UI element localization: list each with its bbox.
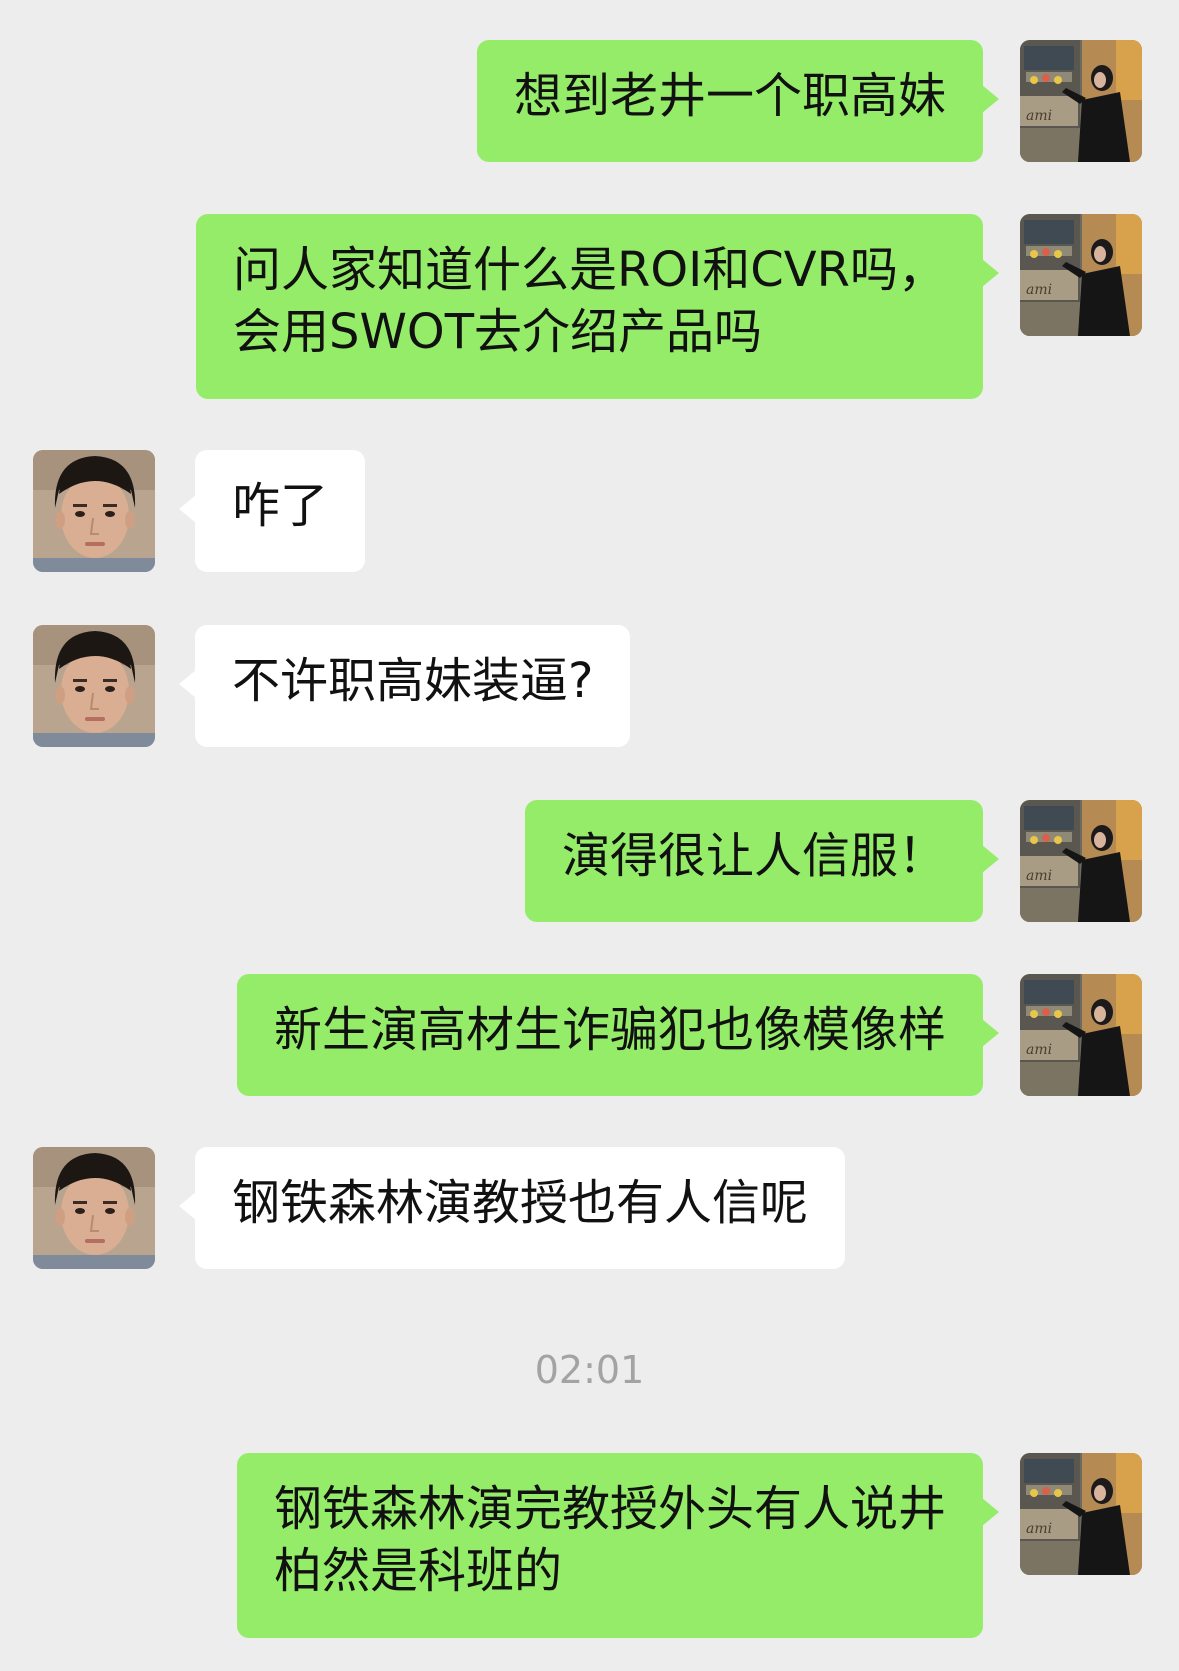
incoming-message-bubble[interactable]: 咋了 — [178, 450, 366, 572]
man-avatar-icon[interactable] — [33, 1147, 155, 1269]
woman-avatar-icon[interactable] — [1020, 214, 1142, 336]
outgoing-message-bubble[interactable]: 想到老井一个职高妹 — [476, 40, 1000, 162]
man-avatar-icon[interactable] — [33, 625, 155, 747]
woman-avatar-icon[interactable] — [1020, 800, 1142, 922]
woman-avatar-icon[interactable] — [1020, 974, 1142, 1096]
outgoing-message-bubble[interactable]: 演得很让人信服！ — [524, 800, 1000, 922]
woman-avatar-icon[interactable] — [1020, 40, 1142, 162]
outgoing-message-bubble[interactable]: 问人家知道什么是ROI和CVR吗， 会用SWOT去介绍产品吗 — [196, 214, 999, 399]
woman-avatar-icon[interactable] — [1020, 1453, 1142, 1575]
outgoing-message-bubble[interactable]: 新生演高材生诈骗犯也像模像样 — [236, 974, 1000, 1096]
outgoing-message-bubble[interactable]: 钢铁森林演完教授外头有人说井 柏然是科班的 — [236, 1453, 1000, 1638]
chat-timestamp: 02:01 — [534, 1348, 645, 1392]
incoming-message-bubble[interactable]: 不许职高妹装逼? — [178, 625, 631, 747]
incoming-message-bubble[interactable]: 钢铁森林演教授也有人信呢 — [178, 1147, 846, 1269]
man-avatar-icon[interactable] — [33, 450, 155, 572]
chat-window: 想到老井一个职高妹 问人家知道什么是ROI和CVR吗， 会用SWOT去介绍产品吗… — [0, 0, 1179, 1671]
